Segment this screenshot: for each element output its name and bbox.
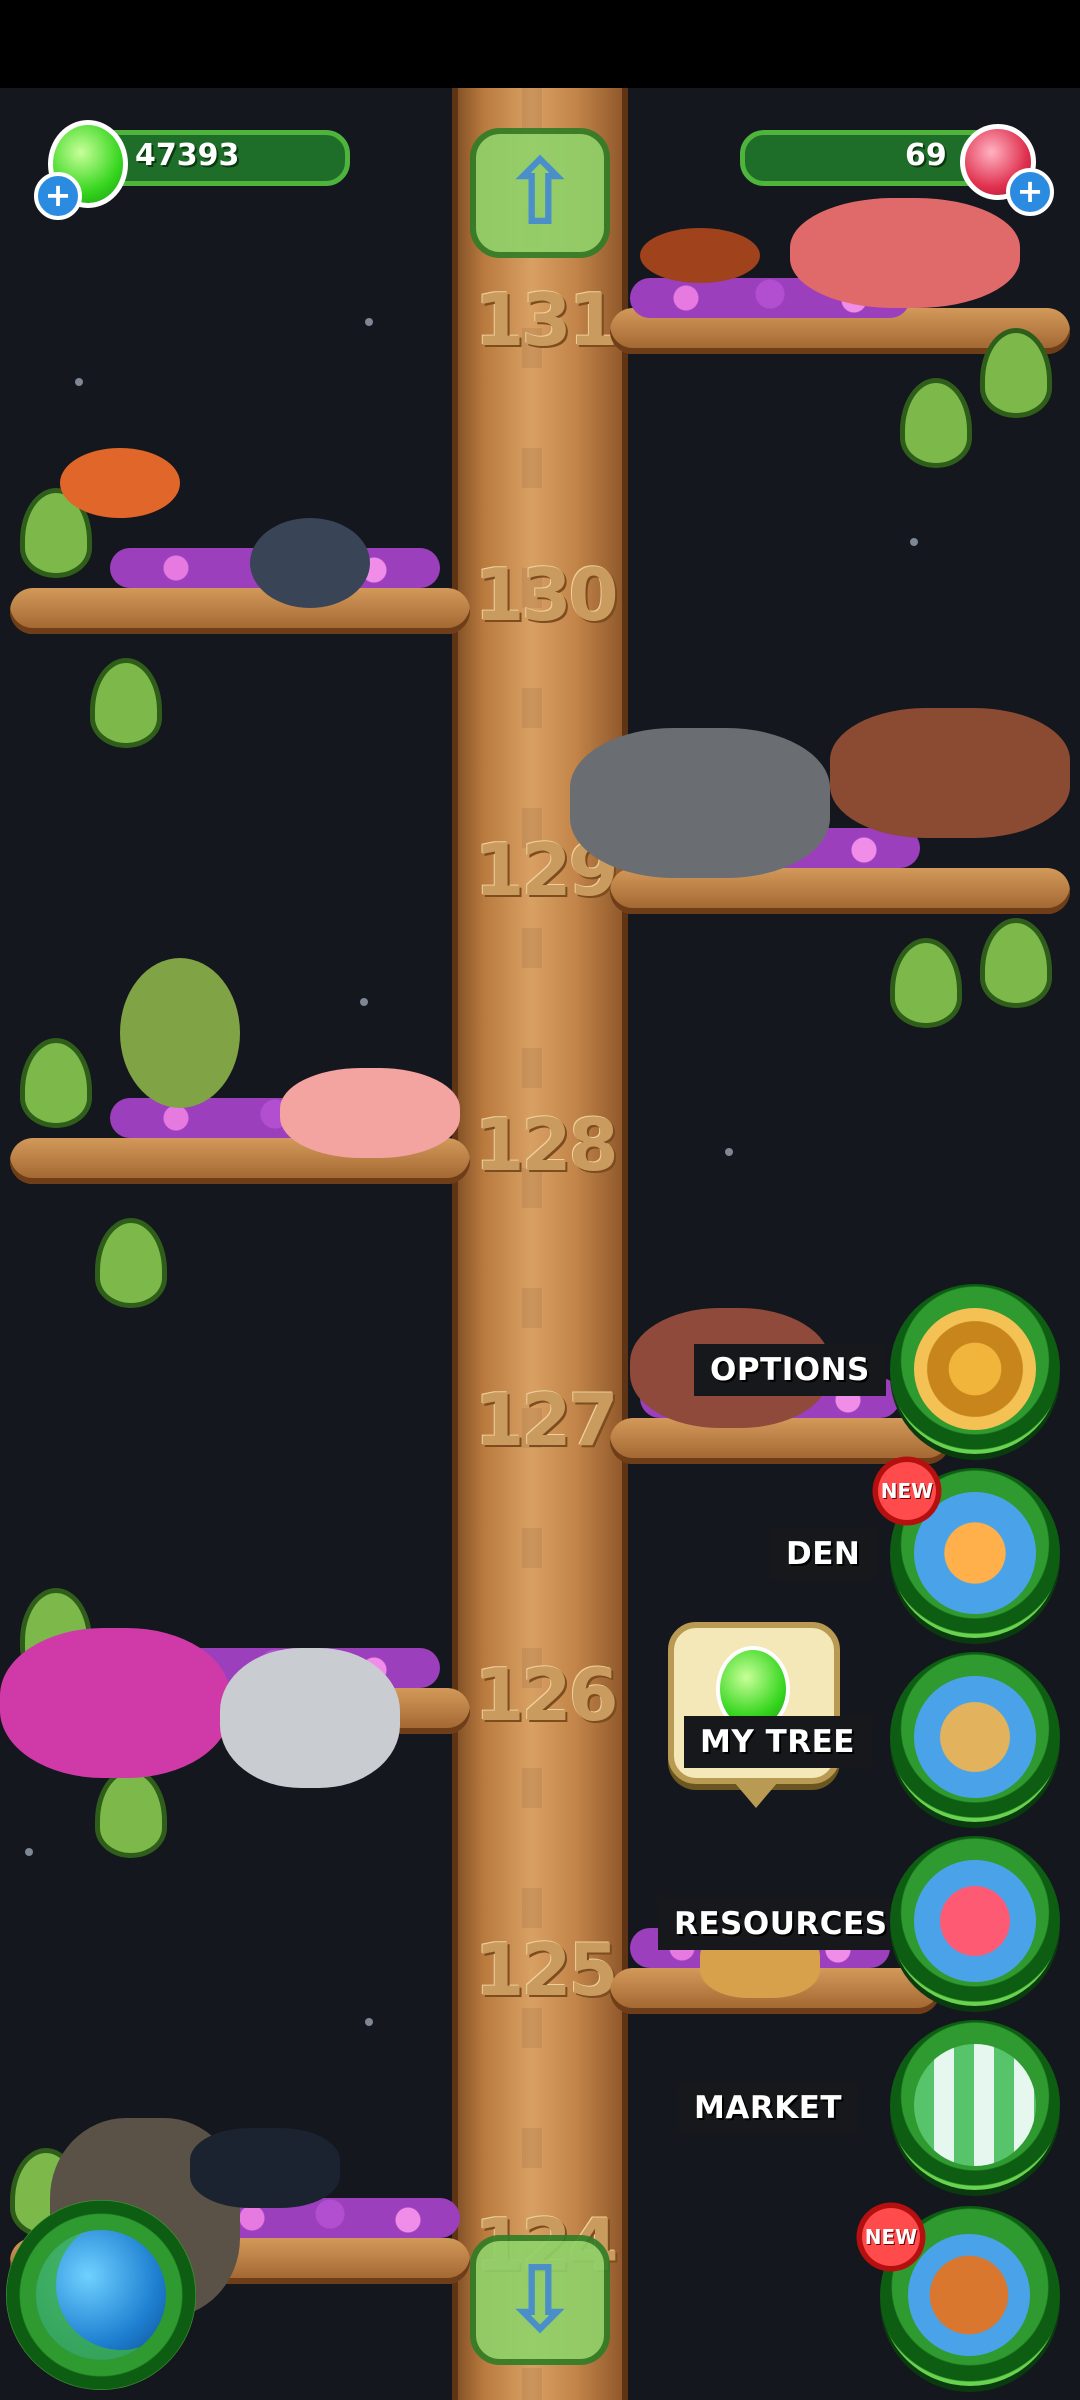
my-tree-button[interactable] [890, 1652, 1060, 1822]
star [360, 998, 368, 1006]
star [365, 2018, 373, 2026]
house-new-badge: NEW [852, 2198, 930, 2276]
options-button[interactable] [890, 1284, 1060, 1454]
creature-mole-rat[interactable] [280, 1068, 460, 1158]
my-tree-label[interactable]: MY TREE [684, 1716, 871, 1768]
leaf [20, 1038, 92, 1128]
creature-pelican[interactable] [220, 1648, 400, 1788]
den-label[interactable]: DEN [770, 1528, 877, 1580]
creature-bird[interactable] [60, 448, 180, 518]
level-number: 130 [474, 553, 618, 637]
status-bar [0, 0, 1080, 88]
creature-donkey[interactable] [570, 728, 830, 878]
scroll-down-button[interactable]: ⇩ [470, 2235, 610, 2365]
world-map-button[interactable] [6, 2200, 196, 2390]
star [365, 318, 373, 326]
resources-button[interactable] [890, 1836, 1060, 2006]
creature-moth[interactable] [640, 228, 760, 283]
crystal-icon [914, 1860, 1036, 1982]
level-number: 131 [474, 278, 618, 362]
level-number: 126 [474, 1653, 618, 1737]
leaf [90, 658, 162, 748]
level-number: 125 [474, 1928, 618, 2012]
star [25, 1848, 33, 1856]
resources-label[interactable]: RESOURCES [658, 1898, 904, 1950]
creature-armadillo[interactable] [250, 518, 370, 608]
creature-plant-spirit[interactable] [120, 958, 240, 1108]
creature-dinosaur[interactable] [790, 198, 1020, 308]
star [910, 538, 918, 546]
creature-butterfly[interactable] [190, 2128, 340, 2208]
creature-dragon[interactable] [0, 1628, 230, 1778]
leaf [980, 918, 1052, 1008]
market-label[interactable]: MARKET [678, 2082, 859, 2134]
card-pointer [734, 1782, 778, 1808]
star [75, 378, 83, 386]
branch[interactable] [10, 588, 470, 634]
red-crystal-count: 69 [905, 138, 947, 173]
options-label[interactable]: OPTIONS [694, 1344, 886, 1396]
scroll-up-button[interactable]: ⇧ [470, 128, 610, 258]
checklist-icon [914, 1676, 1036, 1798]
down-arrow-icon: ⇩ [501, 2246, 579, 2353]
level-number: 127 [474, 1378, 618, 1462]
add-green-gems-button[interactable]: + [34, 172, 82, 220]
gear-icon [914, 1308, 1036, 1430]
globe-icon [36, 2230, 166, 2360]
market-button[interactable] [890, 2020, 1060, 2190]
leaf [95, 1768, 167, 1858]
star [725, 1148, 733, 1156]
add-red-crystals-button[interactable]: + [1006, 168, 1054, 216]
leaf [890, 938, 962, 1028]
creature-dog[interactable] [830, 708, 1070, 838]
leaf [900, 378, 972, 468]
leaf [95, 1218, 167, 1308]
green-gem-count: 47393 [135, 138, 240, 173]
market-stall-icon [914, 2044, 1036, 2166]
den-new-badge: NEW [868, 1452, 946, 1530]
up-arrow-icon: ⇧ [501, 139, 579, 246]
tree-trunk [452, 88, 628, 2400]
level-number: 128 [474, 1103, 618, 1187]
